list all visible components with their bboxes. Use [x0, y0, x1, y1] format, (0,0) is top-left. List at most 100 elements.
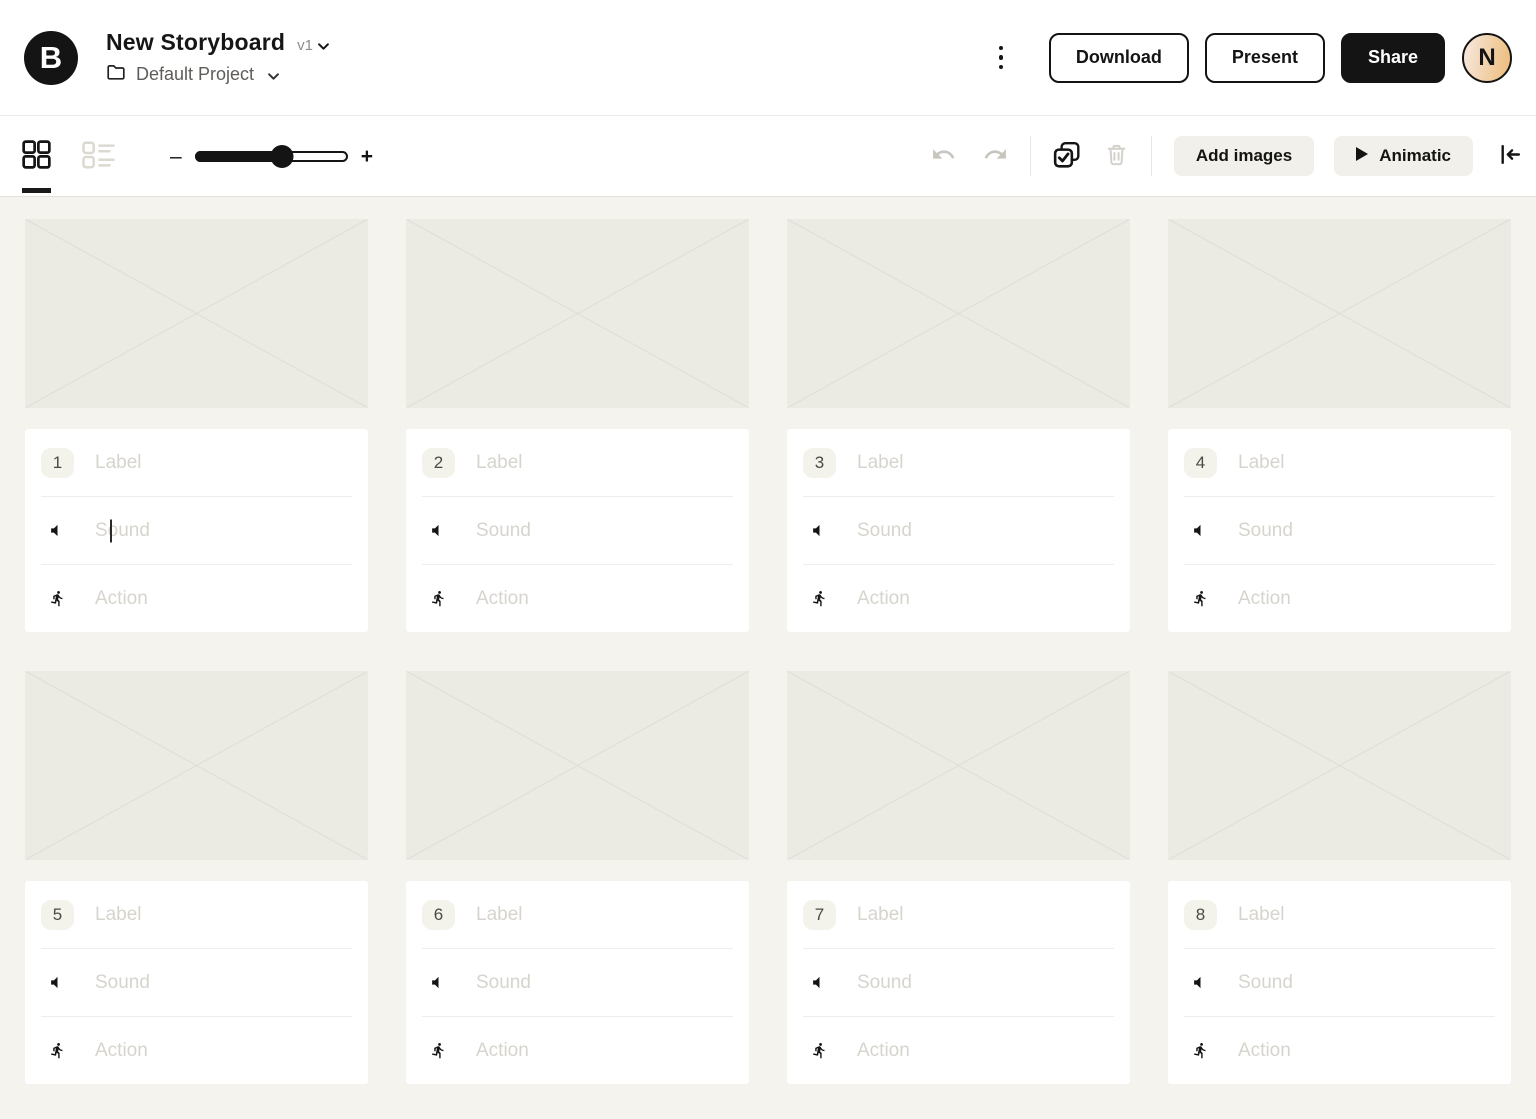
version-dropdown[interactable]: v1: [297, 37, 329, 54]
frame-action-row: [803, 1017, 1114, 1084]
storyboard-frame: 5: [25, 671, 368, 1084]
multi-select-button[interactable]: [1053, 141, 1081, 172]
toolbar-right: Add images Animatic: [931, 136, 1523, 176]
storyboard-frame: 2: [406, 219, 749, 632]
placeholder-x-icon: [25, 671, 368, 860]
speaker-icon: [41, 522, 74, 539]
storyboard-frame: 3: [787, 219, 1130, 632]
frame-label-input[interactable]: [1238, 452, 1495, 474]
frame-sound-input[interactable]: [476, 972, 733, 994]
frame-action-input[interactable]: [1238, 588, 1495, 610]
collapse-panel-button[interactable]: [1498, 142, 1523, 170]
storyboard-frame: 8: [1168, 671, 1511, 1084]
frame-action-input[interactable]: [857, 588, 1114, 610]
zoom-out-label: –: [170, 146, 182, 167]
frame-info-card: 4: [1168, 429, 1511, 632]
placeholder-x-icon: [787, 671, 1130, 860]
zoom-control: – +: [170, 145, 373, 168]
frame-sound-input[interactable]: [857, 520, 1114, 542]
share-button[interactable]: Share: [1341, 33, 1445, 83]
frame-action-input[interactable]: [95, 1040, 352, 1062]
frame-action-input[interactable]: [1238, 1040, 1495, 1062]
header-actions: Download Present Share N: [989, 33, 1512, 83]
frame-info-card: 5: [25, 881, 368, 1084]
undo-icon: [931, 142, 956, 170]
toolbar-divider: [1151, 136, 1152, 176]
speaker-icon: [803, 974, 836, 991]
frame-action-row: [422, 565, 733, 632]
frame-sound-input[interactable]: [476, 520, 733, 542]
speaker-icon: [1184, 974, 1217, 991]
storyboard-canvas: 1: [0, 197, 1536, 1084]
frame-sound-input[interactable]: [1238, 520, 1495, 542]
frame-sound-input[interactable]: [857, 972, 1114, 994]
app-logo[interactable]: B: [24, 31, 78, 85]
frame-label-input[interactable]: [95, 904, 352, 926]
speaker-icon: [41, 974, 74, 991]
overflow-menu-button[interactable]: [989, 38, 1013, 78]
frame-sound-input[interactable]: [95, 972, 352, 994]
frame-sound-row: [41, 949, 352, 1017]
list-view-button[interactable]: [82, 141, 119, 172]
frame-label-input[interactable]: [857, 452, 1114, 474]
frame-image-placeholder[interactable]: [787, 219, 1130, 408]
placeholder-x-icon: [406, 671, 749, 860]
title-block: New Storyboard v1 Default Project: [106, 29, 329, 86]
frame-image-placeholder[interactable]: [1168, 219, 1511, 408]
download-button[interactable]: Download: [1049, 33, 1189, 83]
redo-button[interactable]: [983, 142, 1008, 170]
frame-image-placeholder[interactable]: [25, 671, 368, 860]
frame-label-input[interactable]: [95, 452, 352, 474]
frame-action-row: [422, 1017, 733, 1084]
active-view-indicator: [22, 188, 51, 193]
frame-action-input[interactable]: [476, 1040, 733, 1062]
frame-label-row: 3: [803, 429, 1114, 497]
frame-label-input[interactable]: [1238, 904, 1495, 926]
undo-button[interactable]: [931, 142, 956, 170]
animatic-button[interactable]: Animatic: [1334, 136, 1473, 176]
frame-label-input[interactable]: [476, 452, 733, 474]
zoom-slider-knob[interactable]: [270, 145, 293, 168]
frame-image-placeholder[interactable]: [406, 671, 749, 860]
frame-label-input[interactable]: [476, 904, 733, 926]
frame-info-card: 7: [787, 881, 1130, 1084]
zoom-slider[interactable]: [195, 145, 348, 168]
frame-sound-row: [422, 949, 733, 1017]
present-button[interactable]: Present: [1205, 33, 1325, 83]
frame-number-badge: 5: [41, 900, 74, 930]
grid-view-button[interactable]: [22, 140, 51, 172]
frame-number-badge: 2: [422, 448, 455, 478]
zoom-slider-fill: [195, 151, 282, 162]
speaker-icon: [422, 522, 455, 539]
frame-label-row: 4: [1184, 429, 1495, 497]
frame-sound-input[interactable]: [95, 520, 352, 542]
delete-button[interactable]: [1104, 142, 1129, 170]
animatic-label: Animatic: [1379, 146, 1451, 166]
storyboard-title[interactable]: New Storyboard: [106, 29, 285, 56]
frame-image-placeholder[interactable]: [1168, 671, 1511, 860]
toolbar-divider: [1030, 136, 1031, 176]
frame-action-row: [41, 1017, 352, 1084]
frame-image-placeholder[interactable]: [25, 219, 368, 408]
zoom-in-label: +: [361, 146, 373, 167]
project-dropdown[interactable]: Default Project: [106, 63, 329, 86]
frame-sound-input[interactable]: [1238, 972, 1495, 994]
avatar[interactable]: N: [1462, 33, 1512, 83]
frame-label-row: 7: [803, 881, 1114, 949]
storyboard-frame: 7: [787, 671, 1130, 1084]
speaker-icon: [1184, 522, 1217, 539]
frame-label-input[interactable]: [857, 904, 1114, 926]
frame-info-card: 6: [406, 881, 749, 1084]
frame-action-input[interactable]: [857, 1040, 1114, 1062]
speaker-icon: [803, 522, 836, 539]
grid-view-icon: [22, 140, 51, 172]
frame-image-placeholder[interactable]: [406, 219, 749, 408]
running-person-icon: [41, 1042, 74, 1059]
frame-action-input[interactable]: [95, 588, 352, 610]
frame-action-input[interactable]: [476, 588, 733, 610]
placeholder-x-icon: [1168, 671, 1511, 860]
add-images-button[interactable]: Add images: [1174, 136, 1314, 176]
placeholder-x-icon: [406, 219, 749, 408]
frame-info-card: 2: [406, 429, 749, 632]
frame-image-placeholder[interactable]: [787, 671, 1130, 860]
